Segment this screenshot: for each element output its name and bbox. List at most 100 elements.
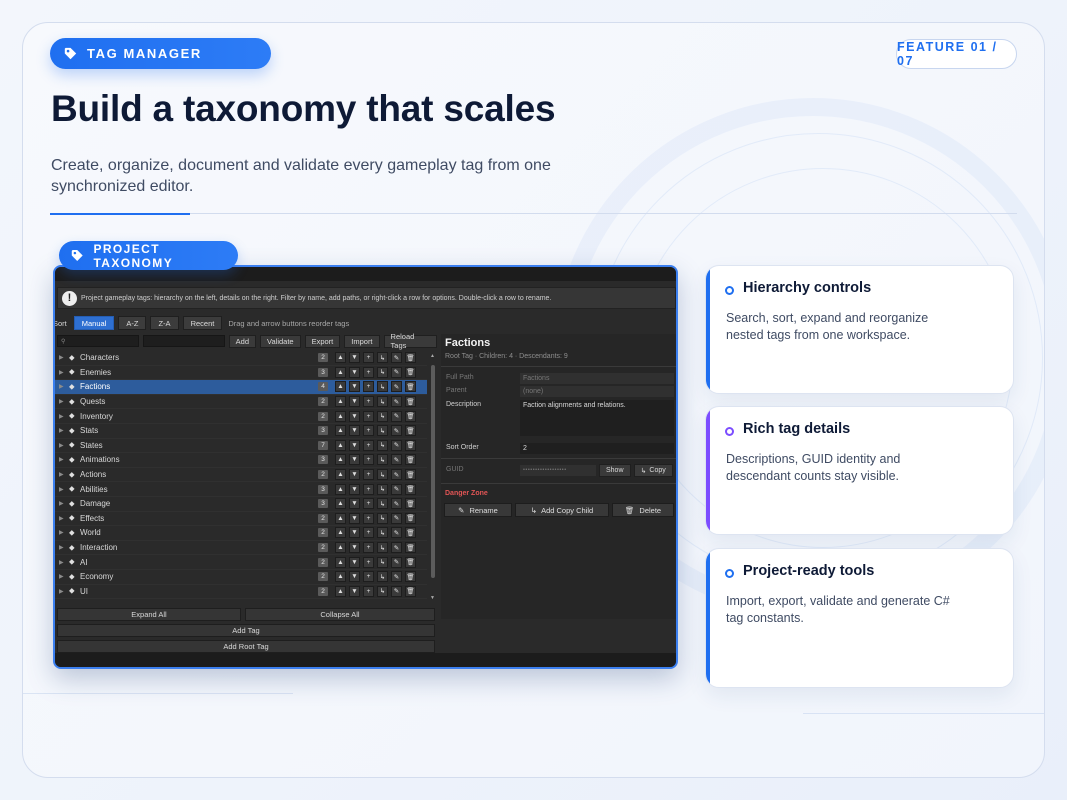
add-child-icon[interactable]: + <box>363 483 374 495</box>
move-down-icon[interactable]: ▼ <box>349 366 360 378</box>
copy-icon[interactable]: ↳ <box>377 556 388 568</box>
edit-icon[interactable]: ✎ <box>391 396 402 408</box>
edit-icon[interactable]: ✎ <box>391 483 402 495</box>
tree-row[interactable]: ▶ ⬥ Interaction 2 ▲ ▼ + ↳ ✎ 🗑 <box>55 541 427 556</box>
add-child-icon[interactable]: + <box>363 454 374 466</box>
add-child-icon[interactable]: + <box>363 439 374 451</box>
tree-row[interactable]: ▶ ⬥ Quests 2 ▲ ▼ + ↳ ✎ 🗑 <box>55 395 427 410</box>
delete-icon[interactable]: 🗑 <box>405 425 416 437</box>
sort-manual-button[interactable]: Manual <box>73 316 115 330</box>
expand-arrow-icon[interactable]: ▶ <box>59 544 67 551</box>
move-up-icon[interactable]: ▲ <box>335 483 346 495</box>
tree-row[interactable]: ▶ ⬥ Factions 4 ▲ ▼ + ↳ ✎ 🗑 <box>55 380 427 395</box>
move-up-icon[interactable]: ▲ <box>335 585 346 597</box>
edit-icon[interactable]: ✎ <box>391 571 402 583</box>
add-child-icon[interactable]: + <box>363 469 374 481</box>
copy-icon[interactable]: ↳ <box>377 512 388 524</box>
copy-icon[interactable]: ↳ <box>377 585 388 597</box>
tree-row[interactable]: ▶ ⬥ World 2 ▲ ▼ + ↳ ✎ 🗑 <box>55 526 427 541</box>
move-down-icon[interactable]: ▼ <box>349 425 360 437</box>
tree-row[interactable]: ▶ ⬥ States 7 ▲ ▼ + ↳ ✎ 🗑 <box>55 439 427 454</box>
move-down-icon[interactable]: ▼ <box>349 542 360 554</box>
delete-icon[interactable]: 🗑 <box>405 542 416 554</box>
move-down-icon[interactable]: ▼ <box>349 512 360 524</box>
edit-icon[interactable]: ✎ <box>391 512 402 524</box>
copy-icon[interactable]: ↳ <box>377 439 388 451</box>
move-up-icon[interactable]: ▲ <box>335 512 346 524</box>
expand-arrow-icon[interactable]: ▶ <box>59 369 67 376</box>
sort-az-button[interactable]: A-Z <box>118 316 147 330</box>
edit-icon[interactable]: ✎ <box>391 381 402 393</box>
edit-icon[interactable]: ✎ <box>391 542 402 554</box>
move-down-icon[interactable]: ▼ <box>349 585 360 597</box>
add-child-icon[interactable]: + <box>363 512 374 524</box>
edit-icon[interactable]: ✎ <box>391 469 402 481</box>
move-down-icon[interactable]: ▼ <box>349 439 360 451</box>
tree-row[interactable]: ▶ ⬥ Inventory 2 ▲ ▼ + ↳ ✎ 🗑 <box>55 409 427 424</box>
edit-icon[interactable]: ✎ <box>391 585 402 597</box>
move-up-icon[interactable]: ▲ <box>335 425 346 437</box>
add-copy-child-button[interactable]: ↳ Add Copy Child <box>515 503 609 517</box>
move-down-icon[interactable]: ▼ <box>349 571 360 583</box>
expand-all-button[interactable]: Expand All <box>57 608 241 621</box>
delete-icon[interactable]: 🗑 <box>405 469 416 481</box>
expand-arrow-icon[interactable]: ▶ <box>59 500 67 507</box>
move-down-icon[interactable]: ▼ <box>349 381 360 393</box>
add-child-icon[interactable]: + <box>363 556 374 568</box>
expand-arrow-icon[interactable]: ▶ <box>59 486 67 493</box>
move-up-icon[interactable]: ▲ <box>335 527 346 539</box>
add-path-input[interactable] <box>142 335 225 347</box>
edit-icon[interactable]: ✎ <box>391 410 402 422</box>
add-child-icon[interactable]: + <box>363 381 374 393</box>
tree-row[interactable]: ▶ ⬥ Damage 3 ▲ ▼ + ↳ ✎ 🗑 <box>55 497 427 512</box>
add-child-icon[interactable]: + <box>363 571 374 583</box>
copy-icon[interactable]: ↳ <box>377 425 388 437</box>
move-down-icon[interactable]: ▼ <box>349 396 360 408</box>
edit-icon[interactable]: ✎ <box>391 556 402 568</box>
move-up-icon[interactable]: ▲ <box>335 396 346 408</box>
delete-icon[interactable]: 🗑 <box>405 571 416 583</box>
delete-icon[interactable]: 🗑 <box>405 498 416 510</box>
expand-arrow-icon[interactable]: ▶ <box>59 588 67 595</box>
move-down-icon[interactable]: ▼ <box>349 556 360 568</box>
delete-icon[interactable]: 🗑 <box>405 512 416 524</box>
add-child-icon[interactable]: + <box>363 498 374 510</box>
expand-arrow-icon[interactable]: ▶ <box>59 515 67 522</box>
edit-icon[interactable]: ✎ <box>391 425 402 437</box>
expand-arrow-icon[interactable]: ▶ <box>59 456 67 463</box>
delete-button[interactable]: 🗑 Delete <box>612 503 674 517</box>
tree-row[interactable]: ▶ ⬥ Abilities 3 ▲ ▼ + ↳ ✎ 🗑 <box>55 482 427 497</box>
expand-arrow-icon[interactable]: ▶ <box>59 354 67 361</box>
collapse-all-button[interactable]: Collapse All <box>245 608 435 621</box>
tree-row[interactable]: ▶ ⬥ Stats 3 ▲ ▼ + ↳ ✎ 🗑 <box>55 424 427 439</box>
expand-arrow-icon[interactable]: ▶ <box>59 471 67 478</box>
add-tag-button[interactable]: Add Tag <box>57 624 435 637</box>
delete-icon[interactable]: 🗑 <box>405 527 416 539</box>
delete-icon[interactable]: 🗑 <box>405 556 416 568</box>
tree-row[interactable]: ▶ ⬥ Actions 2 ▲ ▼ + ↳ ✎ 🗑 <box>55 468 427 483</box>
sort-za-button[interactable]: Z-A <box>150 316 179 330</box>
copy-icon[interactable]: ↳ <box>377 498 388 510</box>
move-up-icon[interactable]: ▲ <box>335 439 346 451</box>
move-up-icon[interactable]: ▲ <box>335 352 346 364</box>
add-child-icon[interactable]: + <box>363 396 374 408</box>
copy-icon[interactable]: ↳ <box>377 542 388 554</box>
expand-arrow-icon[interactable]: ▶ <box>59 413 67 420</box>
move-up-icon[interactable]: ▲ <box>335 571 346 583</box>
copy-icon[interactable]: ↳ <box>377 469 388 481</box>
edit-icon[interactable]: ✎ <box>391 439 402 451</box>
description-field[interactable]: Faction alignments and relations. <box>519 399 675 437</box>
move-up-icon[interactable]: ▲ <box>335 498 346 510</box>
add-button[interactable]: Add <box>228 334 257 348</box>
add-child-icon[interactable]: + <box>363 585 374 597</box>
edit-icon[interactable]: ✎ <box>391 498 402 510</box>
delete-icon[interactable]: 🗑 <box>405 396 416 408</box>
sort-order-field[interactable]: 2 <box>519 442 675 455</box>
move-up-icon[interactable]: ▲ <box>335 410 346 422</box>
scroll-down-icon[interactable]: ▼ <box>430 595 435 601</box>
add-child-icon[interactable]: + <box>363 410 374 422</box>
tree-row[interactable]: ▶ ⬥ UI 2 ▲ ▼ + ↳ ✎ 🗑 <box>55 585 427 600</box>
move-down-icon[interactable]: ▼ <box>349 527 360 539</box>
move-down-icon[interactable]: ▼ <box>349 498 360 510</box>
delete-icon[interactable]: 🗑 <box>405 381 416 393</box>
